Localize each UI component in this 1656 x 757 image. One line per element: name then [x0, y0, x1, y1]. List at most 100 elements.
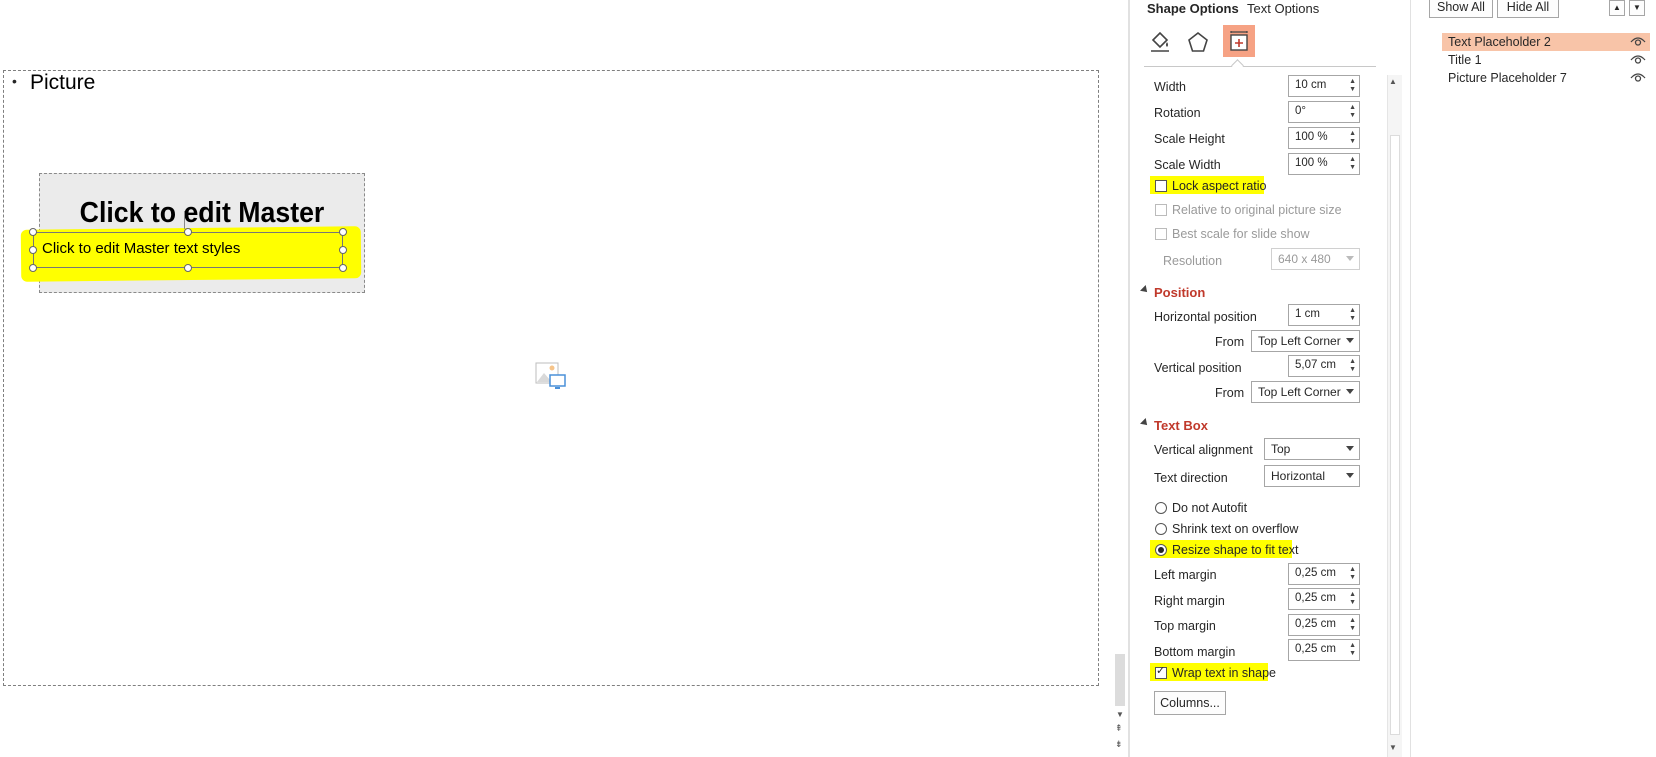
do-not-autofit-radio[interactable]: [1155, 502, 1167, 514]
spinner-arrows-icon[interactable]: ▲ ▼: [1349, 104, 1356, 120]
best-scale-label: Best scale for slide show: [1172, 227, 1310, 241]
spinner-arrows-icon[interactable]: ▲ ▼: [1349, 642, 1356, 658]
lock-aspect-ratio-label: Lock aspect ratio: [1172, 179, 1267, 193]
resize-shape-radio[interactable]: [1155, 544, 1167, 556]
vertical-position-spinner[interactable]: 5,07 cm ▲ ▼: [1288, 355, 1360, 377]
spinner-arrows-icon[interactable]: ▲ ▼: [1349, 130, 1356, 146]
left-margin-label: Left margin: [1154, 568, 1217, 582]
selection-item-label: Text Placeholder 2: [1448, 35, 1551, 49]
wrap-text-checkbox[interactable]: ✓: [1155, 665, 1167, 679]
hide-all-button[interactable]: Hide All: [1497, 0, 1559, 18]
columns-button[interactable]: Columns...: [1154, 691, 1226, 715]
scale-height-spinner[interactable]: 100 % ▲ ▼: [1288, 127, 1360, 149]
resize-handle-left[interactable]: [29, 246, 37, 254]
right-margin-value: 0,25 cm: [1295, 592, 1336, 604]
rotation-spinner[interactable]: 0° ▲ ▼: [1288, 101, 1360, 123]
format-shape-pane: Shape Options Text Options Width 10 cm ▲…: [1130, 0, 1410, 757]
vertical-position-value: 5,07 cm: [1295, 359, 1336, 371]
tab-shape-options[interactable]: Shape Options: [1147, 1, 1239, 16]
width-label: Width: [1154, 80, 1186, 94]
horizontal-position-value: 1 cm: [1295, 308, 1320, 320]
slide-layout-canvas[interactable]: • Picture Click to edit Master title sty…: [3, 70, 1099, 686]
do-not-autofit-label: Do not Autofit: [1172, 501, 1248, 515]
spinner-arrows-icon[interactable]: ▲ ▼: [1349, 566, 1356, 582]
bottom-margin-label: Bottom margin: [1154, 645, 1236, 659]
scale-width-spinner[interactable]: 100 % ▲ ▼: [1288, 153, 1360, 175]
spinner-arrows-icon[interactable]: ▲ ▼: [1349, 156, 1356, 172]
next-slide-icon[interactable]: ⇟: [1115, 740, 1123, 749]
resize-handle-bottom-right[interactable]: [339, 264, 347, 272]
dropdown-arrow-icon[interactable]: [1346, 389, 1354, 394]
shrink-text-radio[interactable]: [1155, 523, 1167, 535]
collapse-triangle-icon[interactable]: [1140, 418, 1150, 428]
right-margin-spinner[interactable]: 0,25 cm ▲ ▼: [1288, 588, 1360, 610]
effects-pentagon-icon[interactable]: [1183, 27, 1213, 57]
selection-item-text-placeholder-2[interactable]: Text Placeholder 2: [1442, 33, 1650, 51]
text-placeholder[interactable]: Click to edit Master text styles: [33, 232, 343, 268]
selection-item-title-1[interactable]: Title 1: [1442, 51, 1650, 69]
dropdown-arrow-icon[interactable]: [1346, 473, 1354, 478]
scrollbar-thumb[interactable]: [1390, 135, 1400, 735]
visibility-eye-icon[interactable]: [1630, 54, 1646, 66]
text-direction-label: Text direction: [1154, 471, 1228, 485]
selection-item-picture-placeholder-7[interactable]: Picture Placeholder 7: [1442, 69, 1650, 87]
vertical-alignment-dropdown[interactable]: Top: [1264, 438, 1360, 460]
scroll-down-arrow-icon[interactable]: ▼: [1389, 743, 1397, 752]
scroll-down-arrow-icon[interactable]: ▼: [1116, 710, 1124, 719]
selected-tab-pointer: [1231, 59, 1244, 72]
dropdown-arrow-icon[interactable]: [1346, 446, 1354, 451]
resize-handle-bottom[interactable]: [184, 264, 192, 272]
lock-aspect-ratio-checkbox[interactable]: [1155, 180, 1167, 192]
fill-line-icon[interactable]: [1145, 27, 1175, 57]
resize-handle-top[interactable]: [184, 228, 192, 236]
spinner-arrows-icon[interactable]: ▲ ▼: [1349, 617, 1356, 633]
top-margin-spinner[interactable]: 0,25 cm ▲ ▼: [1288, 614, 1360, 636]
text-box-section-title[interactable]: Text Box: [1154, 418, 1208, 433]
text-placeholder-text: Click to edit Master text styles: [42, 240, 241, 257]
left-margin-value: 0,25 cm: [1295, 567, 1336, 579]
scrollbar-thumb[interactable]: [1115, 654, 1125, 706]
previous-slide-icon[interactable]: ⇞: [1115, 724, 1123, 733]
spinner-arrows-icon[interactable]: ▲ ▼: [1349, 307, 1356, 323]
rotation-label: Rotation: [1154, 106, 1201, 120]
resize-handle-bottom-left[interactable]: [29, 264, 37, 272]
bottom-margin-spinner[interactable]: 0,25 cm ▲ ▼: [1288, 639, 1360, 661]
resize-handle-right[interactable]: [339, 246, 347, 254]
size-properties-icon[interactable]: [1223, 25, 1255, 57]
tab-underline: [1144, 66, 1376, 67]
horizontal-position-spinner[interactable]: 1 cm ▲ ▼: [1288, 304, 1360, 326]
spinner-arrows-icon[interactable]: ▲ ▼: [1349, 358, 1356, 374]
send-backward-icon[interactable]: ▼: [1629, 0, 1645, 16]
text-direction-dropdown[interactable]: Horizontal: [1264, 465, 1360, 487]
vertical-from-dropdown[interactable]: Top Left Corner: [1251, 381, 1360, 403]
selection-pane: Show All Hide All ▲ ▼: [1410, 0, 1656, 757]
resize-handle-top-right[interactable]: [339, 228, 347, 236]
resize-handle-top-left[interactable]: [29, 228, 37, 236]
horizontal-from-label: From: [1215, 335, 1245, 349]
visibility-eye-icon[interactable]: [1630, 36, 1646, 48]
vertical-position-label: Vertical position: [1154, 361, 1242, 375]
selection-item-label: Title 1: [1448, 53, 1482, 67]
left-margin-spinner[interactable]: 0,25 cm ▲ ▼: [1288, 563, 1360, 585]
collapse-triangle-icon[interactable]: [1140, 285, 1150, 295]
slide-vertical-scrollbar[interactable]: ▼ ⇞ ⇟: [1112, 0, 1128, 757]
scroll-up-arrow-icon[interactable]: ▲: [1389, 77, 1397, 86]
selection-item-label: Picture Placeholder 7: [1448, 71, 1567, 85]
spinner-arrows-icon[interactable]: ▲ ▼: [1349, 591, 1356, 607]
width-value: 10 cm: [1295, 79, 1327, 91]
wrap-text-label: Wrap text in shape: [1172, 666, 1276, 680]
spinner-arrows-icon[interactable]: ▲ ▼: [1349, 78, 1356, 94]
dropdown-arrow-icon[interactable]: [1346, 338, 1354, 343]
insert-picture-icon[interactable]: [535, 362, 567, 392]
visibility-eye-icon[interactable]: [1630, 72, 1646, 84]
width-spinner[interactable]: 10 cm ▲ ▼: [1288, 75, 1360, 97]
slide-editing-area[interactable]: • Picture Click to edit Master title sty…: [0, 0, 1116, 757]
horizontal-from-value: Top Left Corner: [1258, 334, 1341, 348]
format-pane-scrollbar[interactable]: ▲ ▼: [1387, 75, 1402, 757]
horizontal-from-dropdown[interactable]: Top Left Corner: [1251, 330, 1360, 352]
bring-forward-icon[interactable]: ▲: [1609, 0, 1625, 16]
tab-text-options[interactable]: Text Options: [1247, 1, 1319, 16]
show-all-button[interactable]: Show All: [1429, 0, 1493, 18]
scale-height-label: Scale Height: [1154, 132, 1225, 146]
position-section-title[interactable]: Position: [1154, 285, 1205, 300]
